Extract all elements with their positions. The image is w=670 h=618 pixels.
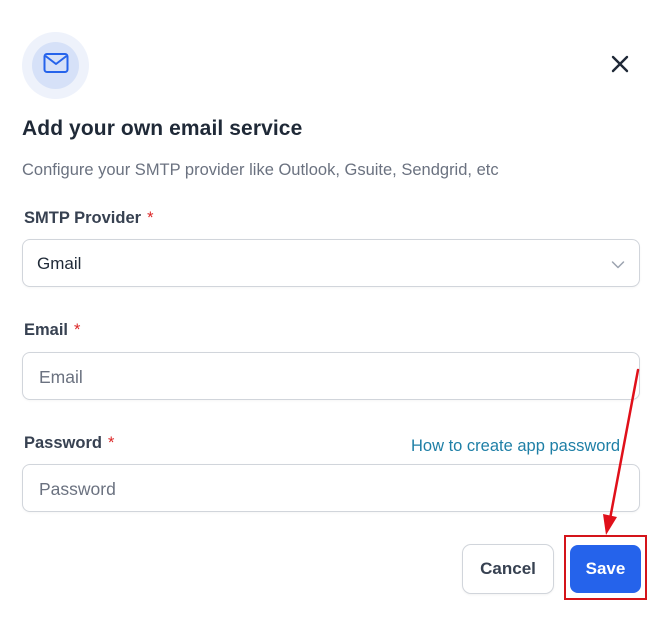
email-label: Email *	[24, 321, 81, 339]
dialog-title: Add your own email service	[22, 117, 303, 140]
email-field[interactable]: Email	[22, 352, 640, 400]
password-label: Password *	[24, 434, 115, 452]
app-password-help-link[interactable]: How to create app password	[411, 437, 620, 456]
save-highlight-box	[564, 535, 647, 600]
close-icon	[611, 55, 629, 78]
smtp-provider-label: SMTP Provider *	[24, 209, 154, 227]
smtp-provider-select[interactable]: Gmail	[22, 239, 640, 287]
dialog-subtitle: Configure your SMTP provider like Outloo…	[22, 161, 499, 179]
smtp-provider-value: Gmail	[37, 254, 82, 273]
annotation-arrow	[603, 368, 640, 535]
header-icon-badge	[22, 32, 89, 99]
mail-icon	[43, 52, 69, 79]
password-field[interactable]: Password	[22, 464, 640, 512]
password-placeholder: Password	[39, 479, 116, 499]
close-button[interactable]	[606, 52, 634, 80]
chevron-down-icon	[611, 257, 625, 275]
cancel-button[interactable]: Cancel	[462, 544, 554, 594]
email-placeholder: Email	[39, 367, 83, 387]
required-mark: *	[107, 434, 115, 452]
required-mark: *	[147, 209, 154, 227]
required-mark: *	[74, 321, 81, 339]
